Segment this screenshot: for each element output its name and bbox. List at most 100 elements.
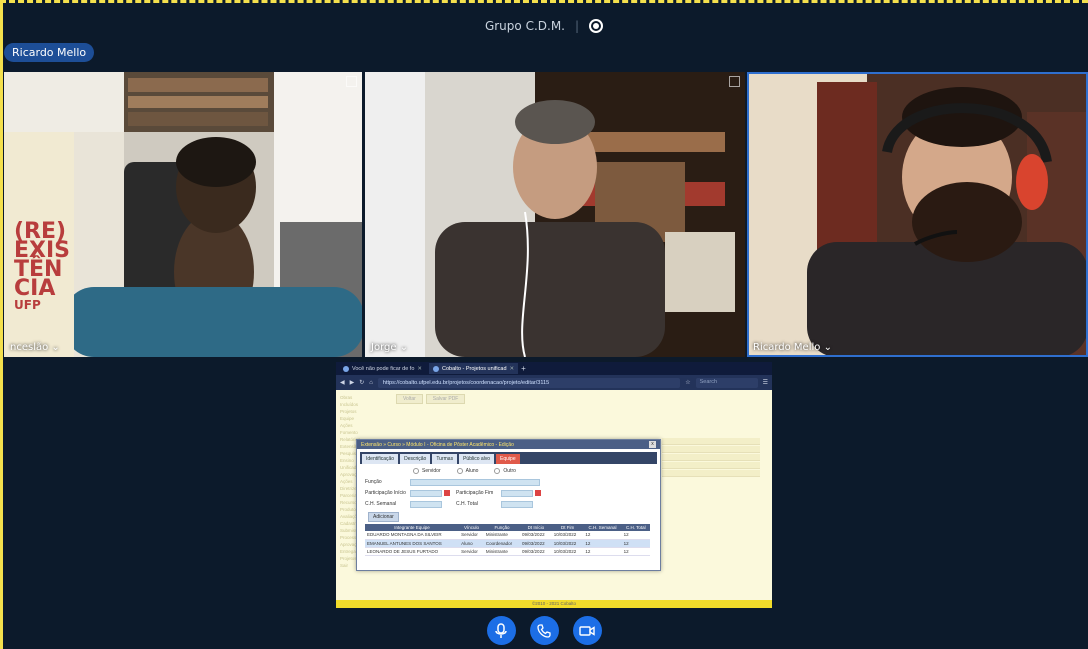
participant-name-1: nceslão xyxy=(10,342,49,353)
participant-label-3: Ricardo Mello ⌄ xyxy=(753,342,832,353)
tab-publico-alvo[interactable]: Público alvo xyxy=(459,454,495,464)
tree-item[interactable]: Projetos xyxy=(340,408,380,415)
participacao-inicio-input[interactable] xyxy=(410,489,442,497)
radio-circle-icon[interactable] xyxy=(456,468,463,474)
ch-total-label: C.H. Total xyxy=(456,501,478,507)
table-cell: 12 xyxy=(583,531,622,540)
label-caret-icon[interactable]: ⌄ xyxy=(400,342,408,353)
table-cell: Servidor xyxy=(459,531,484,540)
modal-close-icon[interactable]: x xyxy=(649,441,656,448)
ch-semanal-label: C.H. Semanal xyxy=(365,501,397,507)
background-row xyxy=(662,446,760,453)
participacao-fim-input[interactable] xyxy=(501,489,533,497)
background-table xyxy=(662,438,760,478)
add-member-button[interactable]: Adicionar xyxy=(368,512,399,522)
participant-label-1: nceslão ⌄ xyxy=(10,342,60,353)
camera-icon xyxy=(579,625,595,636)
tab-equipe[interactable]: Equipe xyxy=(496,454,520,464)
address-bar[interactable]: https://cobalto.ufpel.edu.br/projetos/co… xyxy=(377,377,681,388)
tree-item[interactable]: Obras xyxy=(340,394,380,401)
new-tab-icon[interactable]: + xyxy=(521,364,526,373)
background-row xyxy=(662,454,760,461)
calendar-icon[interactable] xyxy=(535,490,541,496)
back-button[interactable]: Voltar xyxy=(396,394,423,404)
edit-modal: Extensão » Curso » Módulo I - Oficina de… xyxy=(356,439,661,571)
carga-horaria-row: C.H. Semanal C.H. Total xyxy=(365,499,652,509)
table-header[interactable]: Função xyxy=(483,524,521,531)
table-cell: 12 xyxy=(621,531,650,540)
table-cell: 09/03/2022 xyxy=(520,539,552,548)
menu-icon[interactable]: ☰ xyxy=(763,379,768,386)
browser-search-input[interactable]: Search xyxy=(695,377,758,388)
table-cell: EDUARDO MONTAGNA DA SILVEIR xyxy=(365,531,460,540)
forward-icon[interactable]: ▶ xyxy=(350,379,355,386)
browser-tab-1-label: Você não pode ficar de fo xyxy=(352,365,415,372)
hangup-button[interactable] xyxy=(529,616,559,645)
camera-button[interactable] xyxy=(572,616,602,645)
reload-icon[interactable]: ↻ xyxy=(359,379,364,386)
ch-total-input[interactable] xyxy=(501,500,533,508)
tab-descricao[interactable]: Descrição xyxy=(400,454,431,464)
participant-video-3 xyxy=(747,72,1088,357)
table-cell: Coordenador xyxy=(483,539,521,548)
participant-tile-1[interactable]: (RE) EXIS TÊN CIA UFP nceslão ⌄ xyxy=(4,72,362,357)
radio-outro[interactable]: Outro xyxy=(494,468,516,474)
tree-item[interactable]: Fomento xyxy=(340,429,380,436)
tree-item[interactable]: Ações xyxy=(340,422,380,429)
background-row xyxy=(662,470,760,477)
radio-servidor[interactable]: Servidor xyxy=(413,468,441,474)
funcao-row: Função xyxy=(365,477,652,487)
table-header[interactable]: C.H. Semanal xyxy=(583,524,622,531)
table-header[interactable]: Dt Início xyxy=(520,524,552,531)
tab-identificacao[interactable]: Identificação xyxy=(362,454,399,464)
radio-circle-icon[interactable] xyxy=(413,468,419,474)
shared-screen[interactable]: Você não pode ficar de fo ✕ Cobalto - Pr… xyxy=(336,362,772,608)
participant-label-2: Jorge ⌄ xyxy=(371,342,408,353)
table-row[interactable]: EDUARDO MONTAGNA DA SILVEIR Servidor Min… xyxy=(365,531,650,540)
tree-item[interactable]: Equipe xyxy=(340,415,380,422)
poster: (RE) EXIS TÊN CIA UFP xyxy=(14,221,70,313)
label-caret-icon[interactable]: ⌄ xyxy=(824,342,832,353)
participant-tile-2[interactable]: Jorge ⌄ xyxy=(365,72,745,357)
modal-title: Extensão » Curso » Módulo I - Oficina de… xyxy=(361,441,514,448)
label-caret-icon[interactable]: ⌄ xyxy=(51,342,59,353)
expand-icon[interactable] xyxy=(729,76,740,87)
back-icon[interactable]: ◀ xyxy=(340,379,345,386)
table-header[interactable]: Integrante Equipe xyxy=(365,524,460,531)
table-cell: Ministrante xyxy=(483,531,521,540)
tab-turmas[interactable]: Turmas xyxy=(432,454,458,464)
browser-tab-2[interactable]: Cobalto - Projetos unificad ✕ xyxy=(429,363,519,374)
tab-close-icon[interactable]: ✕ xyxy=(417,366,422,372)
ch-semanal-input[interactable] xyxy=(410,500,442,508)
table-cell: 12 xyxy=(583,547,622,556)
participant-tile-3[interactable]: Ricardo Mello ⌄ xyxy=(747,72,1088,357)
record-icon[interactable] xyxy=(589,19,604,33)
header-separator: | xyxy=(574,19,580,33)
tab-close-icon[interactable]: ✕ xyxy=(510,366,515,372)
table-cell: Ministrante xyxy=(483,547,521,556)
table-row[interactable]: EMANUEL ANTUNES DOS SANTOS Aluno Coorden… xyxy=(365,539,650,548)
home-icon[interactable]: ⌂ xyxy=(369,380,373,386)
calendar-icon[interactable] xyxy=(444,490,450,496)
microphone-button[interactable] xyxy=(486,616,516,645)
participant-name-3: Ricardo Mello xyxy=(753,342,821,353)
radio-aluno[interactable]: Aluno xyxy=(456,468,479,474)
expand-icon[interactable] xyxy=(346,76,357,87)
call-controls xyxy=(0,616,1088,645)
table-header[interactable]: Vínculo xyxy=(459,524,484,531)
funcao-select[interactable] xyxy=(410,478,540,486)
radio-aluno-label: Aluno xyxy=(465,468,479,474)
web-page: Obras Incluídos Projetos Equipe Ações Fo… xyxy=(336,390,772,600)
tree-item[interactable]: Incluídos xyxy=(340,401,380,408)
modal-header: Extensão » Curso » Módulo I - Oficina de… xyxy=(357,440,660,449)
pdf-button[interactable]: Salvar PDF xyxy=(425,394,466,404)
tab-favicon-icon xyxy=(433,365,439,372)
radio-circle-icon[interactable] xyxy=(494,468,501,474)
table-header[interactable]: C.H. Total xyxy=(621,524,650,531)
table-header[interactable]: Dt Fim xyxy=(551,524,584,531)
browser-tab-1[interactable]: Você não pode ficar de fo ✕ xyxy=(339,363,426,374)
table-header-row: Integrante Equipe Vínculo Função Dt Iníc… xyxy=(365,524,650,531)
table-row[interactable]: LEONARDO DE JESUS FURTADO Servidor Minis… xyxy=(365,547,650,556)
participant-video-1 xyxy=(4,72,362,357)
bookmark-icon[interactable]: ☆ xyxy=(685,379,690,386)
